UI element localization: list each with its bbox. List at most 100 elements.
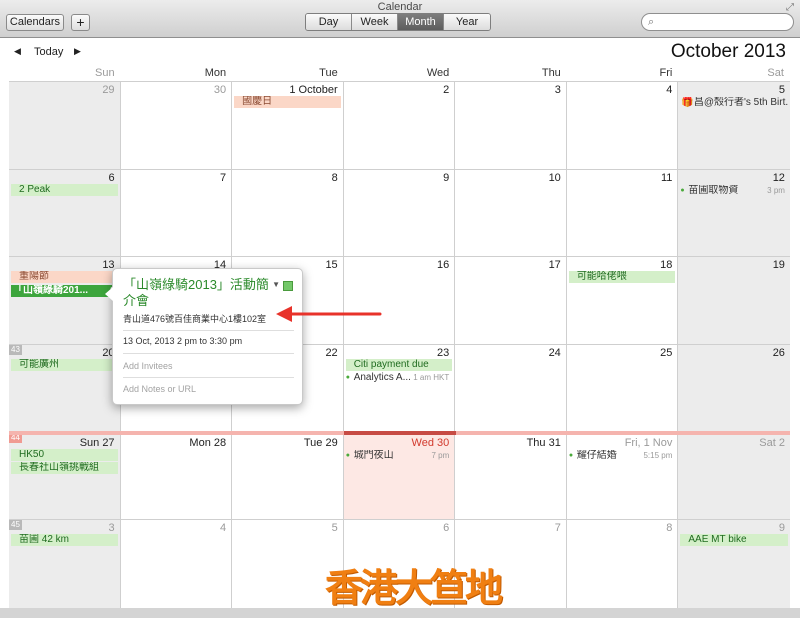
add-notes-field[interactable]: Add Notes or URL: [123, 384, 196, 394]
day-cell[interactable]: 7: [121, 169, 233, 257]
month-name: October: [670, 41, 739, 62]
title-bar: Calendar ⤢ Calendars + Day Week Month Ye…: [0, 0, 800, 38]
view-year-button[interactable]: Year: [444, 14, 490, 30]
day-number: 7: [220, 171, 227, 184]
day-cell[interactable]: 24: [455, 345, 567, 432]
event-ke-neng-guangzhou[interactable]: 可能廣州: [11, 359, 118, 371]
next-month-icon[interactable]: ▶: [74, 46, 81, 57]
view-month-button[interactable]: Month: [398, 14, 444, 30]
event-time: 5:15 pm: [643, 450, 673, 460]
day-cell[interactable]: 45 3 苗圃 42 km: [9, 520, 121, 608]
day-number: 19: [772, 259, 785, 272]
day-cell[interactable]: 43 20 可能廣州: [9, 345, 121, 432]
day-number: 22: [325, 347, 338, 359]
week-number: 43: [9, 345, 22, 355]
event-chung-yeung[interactable]: 重陽節: [11, 271, 118, 284]
event-selected[interactable]: 「山嶺綠騎201...2: [11, 285, 118, 298]
day-cell[interactable]: 25: [567, 345, 679, 432]
event-hk50[interactable]: HK50: [11, 448, 118, 461]
day-number: 26: [772, 347, 785, 359]
divider: [123, 353, 294, 354]
day-cell[interactable]: 9: [344, 169, 456, 257]
day-cell[interactable]: 9 AAE MT bike: [678, 520, 790, 608]
day-cell[interactable]: 30: [121, 82, 233, 169]
day-cell[interactable]: Sat 2: [678, 432, 790, 520]
event-wedding[interactable]: 耀仔結婚 5:15 pm: [569, 450, 676, 462]
weekday-fri: Fri: [659, 67, 673, 79]
search-field[interactable]: ⌕: [641, 13, 794, 31]
month-navigation: ◀ Today ▶ October 2013: [0, 41, 800, 66]
view-week-button[interactable]: Week: [352, 14, 398, 30]
day-number: 9: [778, 522, 785, 535]
divider: [123, 377, 294, 378]
day-cell[interactable]: 8: [567, 520, 679, 608]
day-cell[interactable]: 44 Sun 27 HK50 長春社山嶺挑戰組: [9, 432, 121, 520]
day-cell[interactable]: Thu 31: [455, 432, 567, 520]
event-popover: 「山嶺綠騎2013」活動簡介會 ▼ 青山道476號百佳商業中心1樓102室 13…: [105, 268, 303, 405]
weekday-tue: Tue: [319, 67, 338, 79]
day-cell[interactable]: 19: [678, 257, 790, 344]
event-datetime[interactable]: 13 Oct, 2013 2 pm to 3:30 pm: [123, 336, 242, 346]
event-time: 1 am HKT: [413, 373, 450, 382]
week-row: 44 Sun 27 HK50 長春社山嶺挑戰組 Mon 28 Tue 29 We…: [9, 432, 790, 521]
add-invitees-field[interactable]: Add Invitees: [123, 361, 173, 371]
day-cell[interactable]: 17: [455, 257, 567, 344]
day-cell[interactable]: 11: [567, 169, 679, 257]
event-title[interactable]: 「山嶺綠騎2013」活動簡介會: [123, 277, 273, 309]
day-cell[interactable]: 2: [344, 82, 456, 169]
day-cell[interactable]: 5 🎁昌@殼行者's 5th Birt...: [678, 82, 790, 169]
event-citi[interactable]: Citi payment due: [345, 359, 453, 371]
event-changchun[interactable]: 長春社山嶺挑戰組: [11, 461, 118, 474]
event-miaopu-42km[interactable]: 苗圃 42 km: [11, 534, 118, 547]
day-cell[interactable]: Fri, 1 Nov 耀仔結婚 5:15 pm: [567, 432, 679, 520]
day-cell[interactable]: 10: [455, 169, 567, 257]
week-row: 6 2 Peak 7 8 9 10 11 12 苗圃取物資 3 pm: [9, 169, 790, 258]
calendar-menu-icon[interactable]: ▼: [272, 280, 280, 289]
day-cell[interactable]: 29: [9, 82, 121, 169]
day-cell[interactable]: 4: [567, 82, 679, 169]
previous-month-icon[interactable]: ◀: [14, 46, 21, 57]
today-button[interactable]: Today: [34, 46, 63, 58]
weekday-wed: Wed: [426, 67, 450, 79]
event-birthday[interactable]: 🎁昌@殼行者's 5th Birt...: [680, 97, 788, 109]
day-number: 10: [548, 171, 561, 184]
day-cell-today[interactable]: Wed 30 城門夜山 7 pm: [343, 432, 456, 520]
day-cell[interactable]: 4: [121, 520, 233, 608]
event-analytics[interactable]: Analytics A...1 am HKT: [346, 372, 453, 384]
day-number: 6: [108, 171, 115, 184]
day-number: Tue 29: [303, 436, 338, 449]
event-location[interactable]: 青山道476號百佳商業中心1樓102室: [123, 312, 266, 325]
event-ke-neng-lao[interactable]: 可能哈佬喂: [568, 271, 676, 284]
day-number: 3: [108, 522, 115, 535]
calendar-color-swatch[interactable]: [283, 281, 293, 291]
fullscreen-icon[interactable]: ⤢: [786, 2, 794, 13]
day-cell[interactable]: 18 可能哈佬喂: [567, 257, 679, 344]
event-cheng-men[interactable]: 城門夜山 7 pm: [346, 450, 453, 462]
day-cell[interactable]: 16: [344, 257, 456, 344]
day-cell[interactable]: 3: [455, 82, 567, 169]
day-cell[interactable]: 8: [232, 169, 344, 257]
view-day-button[interactable]: Day: [306, 14, 352, 30]
search-input[interactable]: [660, 15, 788, 29]
day-cell[interactable]: 13 重陽節 「山嶺綠騎201...2: [9, 257, 121, 344]
event-time: 3 pm: [767, 185, 785, 195]
day-cell[interactable]: 6 2 Peak: [9, 169, 121, 257]
event-miaopu[interactable]: 苗圃取物資 3 pm: [680, 185, 788, 197]
day-cell[interactable]: 23 Citi payment due Analytics A...1 am H…: [344, 345, 456, 432]
day-number: 3: [554, 84, 561, 96]
day-cell[interactable]: 12 苗圃取物資 3 pm: [678, 169, 790, 257]
day-number: 8: [331, 171, 338, 184]
day-number: 25: [660, 347, 673, 359]
day-number: 1 October: [289, 84, 338, 96]
calendars-button[interactable]: Calendars: [6, 14, 64, 31]
day-number: 5: [331, 522, 338, 535]
day-cell[interactable]: Tue 29: [232, 432, 344, 520]
event-national-day[interactable]: 國慶日: [234, 96, 341, 108]
day-cell[interactable]: 1 October 國慶日: [232, 82, 344, 169]
day-cell[interactable]: Mon 28: [121, 432, 233, 520]
add-event-button[interactable]: +: [71, 14, 90, 31]
day-cell[interactable]: 26: [678, 345, 790, 432]
event-two-peak[interactable]: 2 Peak: [11, 183, 118, 196]
day-number: 2: [443, 84, 450, 96]
event-aae[interactable]: AAE MT bike: [680, 534, 788, 547]
